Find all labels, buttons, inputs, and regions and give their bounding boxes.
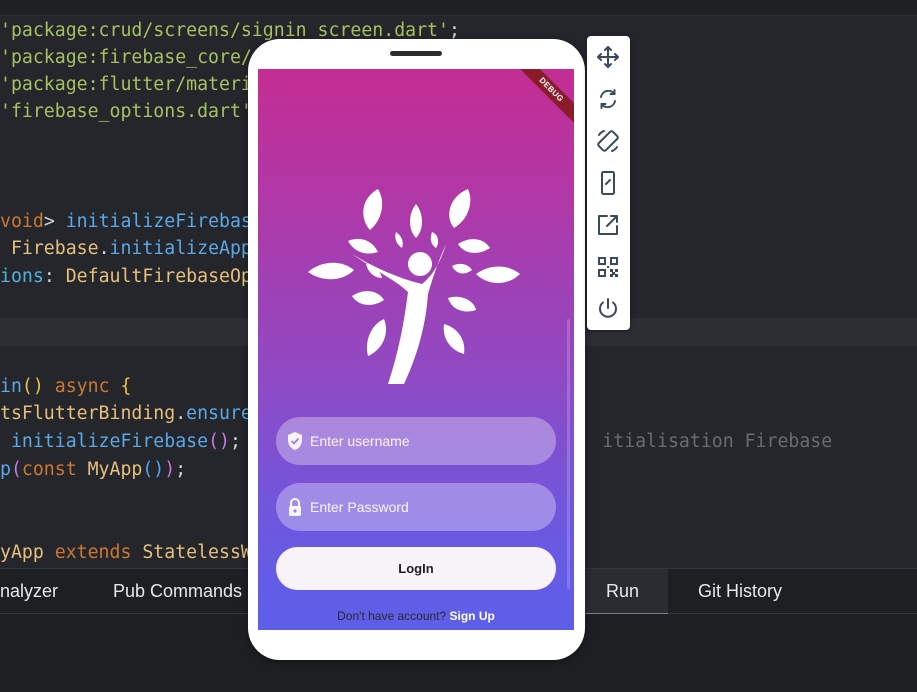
emulator-toolbar [587, 36, 630, 330]
screen-scrollbar[interactable] [567, 319, 570, 589]
code-token: p [0, 459, 11, 480]
debug-banner: DEBUG [514, 69, 574, 127]
code-line[interactable]: p(const MyApp()); [0, 456, 186, 483]
code-token: 'package:firebase_core/ [0, 47, 252, 68]
signup-prompt: Don't have account? Sign Up [258, 609, 574, 623]
tab-pub-commands[interactable]: Pub Commands [113, 569, 242, 614]
code-line[interactable]: ions: DefaultFirebaseOp [0, 263, 252, 290]
app-screen[interactable]: DEBUG Enter username LogIn Don't have ac… [258, 69, 574, 630]
code-token: initializeFirebas [65, 211, 252, 232]
code-token: DefaultFirebaseOp [65, 266, 252, 287]
code-token: const [21, 459, 88, 480]
code-token: () [208, 431, 230, 452]
code-token: 'firebase_options.dart' [0, 101, 252, 122]
code-token: void [0, 211, 44, 232]
code-token: ; [448, 20, 460, 41]
code-token: : [43, 266, 66, 287]
code-line[interactable]: 'package:firebase_core/ [0, 44, 252, 71]
code-token: 'package:flutter/materi [0, 74, 252, 95]
code-line[interactable]: Firebase.initializeApp [0, 235, 252, 262]
device-frame: DEBUG Enter username LogIn Don't have ac… [248, 39, 585, 660]
code-token: { [109, 376, 132, 397]
code-token: () [142, 459, 165, 480]
code-token: StatelessW [142, 542, 252, 563]
code-token: ) [164, 459, 176, 480]
screen-rotation-button[interactable] [595, 128, 621, 154]
code-token: yApp [0, 542, 55, 563]
code-token: initializeApp [109, 238, 252, 259]
password-field[interactable] [276, 483, 556, 531]
code-token: ( [10, 459, 22, 480]
code-line[interactable]: yApp extends StatelessW [0, 539, 252, 566]
code-token: tsFlutterBinding [0, 403, 176, 424]
code-line[interactable]: tsFlutterBinding.ensure [0, 400, 252, 427]
open-external-icon [598, 215, 618, 235]
lock-icon [289, 497, 301, 516]
code-token: ; [175, 459, 187, 480]
code-token: MyApp [87, 459, 143, 480]
username-field[interactable] [276, 417, 556, 465]
code-token: initializeFirebase [10, 431, 209, 452]
tab-git-history[interactable]: Git History [698, 569, 782, 614]
code-token: . [175, 403, 187, 424]
code-token: . [98, 238, 110, 259]
rotate-button[interactable] [595, 86, 621, 112]
username-input[interactable] [310, 417, 546, 465]
move-button[interactable] [595, 44, 621, 70]
rotate-icon [600, 89, 616, 109]
qr-code-icon [598, 257, 618, 277]
signup-question: Don't have account? [337, 609, 447, 623]
tree-person-logo [308, 189, 520, 384]
code-token: in [0, 376, 22, 397]
move-icon [597, 46, 619, 68]
code-line[interactable]: 'package:flutter/materi [0, 71, 252, 98]
code-line[interactable]: void> initializeFirebas [0, 208, 252, 235]
device-button[interactable] [595, 170, 621, 196]
code-token: async [54, 376, 110, 397]
code-token: () [21, 376, 55, 397]
code-line[interactable]: 'firebase_options.dart' [0, 98, 252, 125]
editor-top-strip [0, 0, 917, 16]
code-token: ; [229, 431, 241, 452]
code-line[interactable]: in() async { [0, 373, 131, 400]
power-icon [599, 298, 617, 318]
code-token: ions [0, 266, 44, 287]
login-button[interactable]: LogIn [276, 547, 556, 590]
code-token: ensure [186, 403, 252, 424]
code-token: extends [54, 542, 143, 563]
screen-rotation-icon [597, 130, 619, 152]
device-speaker [390, 51, 442, 56]
qr-code-button[interactable] [595, 254, 621, 280]
code-token: > [43, 211, 66, 232]
code-token: 'package:crud/screens/signin_screen.dart… [0, 20, 449, 41]
code-token: Firebase [0, 238, 99, 259]
device-icon [601, 171, 615, 195]
tab-analyzer[interactable]: nalyzer [0, 569, 110, 614]
tab-run[interactable]: Run [577, 569, 668, 614]
open-external-button[interactable] [595, 212, 621, 238]
signup-link[interactable]: Sign Up [450, 609, 495, 623]
password-input[interactable] [310, 483, 546, 531]
power-button[interactable] [595, 296, 621, 322]
shield-icon [288, 432, 302, 450]
